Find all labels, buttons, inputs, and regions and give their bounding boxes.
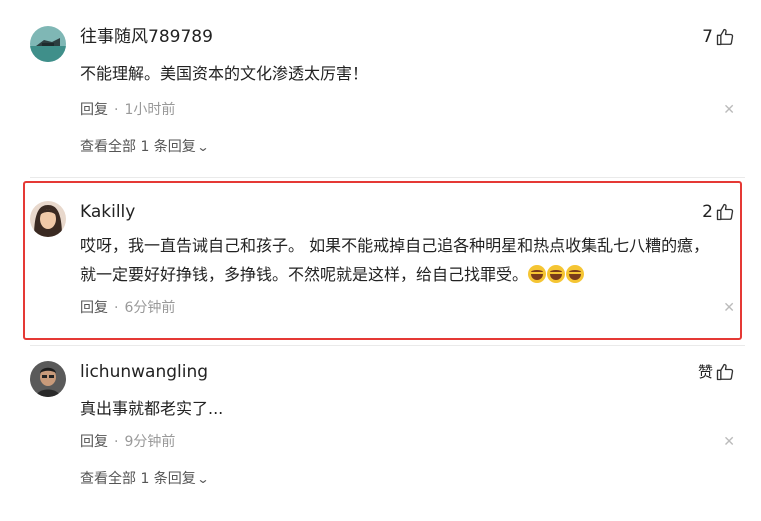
comment-item: 往事随风789789 7 不能理解。美国资本的文化渗透太厉害！ 回复 · 1小时前 … [0, 18, 761, 168]
timestamp: 9分钟前 [124, 434, 176, 450]
avatar[interactable] [30, 26, 66, 62]
reply-button[interactable]: 回复 [80, 102, 108, 118]
timestamp: 6分钟前 [124, 300, 176, 316]
laughing-emoji-icon [547, 265, 566, 283]
close-icon[interactable]: ✕ [723, 432, 735, 452]
avatar[interactable] [30, 201, 66, 237]
comment-text-content: 哎呀，我一直告诫自己和孩子。 如果不能戒掉自己追各种明星和热点收集乱七八糟的癔，… [80, 236, 710, 284]
divider [30, 177, 745, 178]
separator: · [114, 300, 119, 316]
like-count: 2 [702, 202, 713, 222]
username[interactable]: lichunwangling [80, 361, 208, 383]
reply-button[interactable]: 回复 [80, 300, 108, 316]
comment-text: 不能理解。美国资本的文化渗透太厉害！ [80, 64, 369, 83]
chevron-down-icon: ⌄ [196, 472, 210, 486]
divider [30, 345, 745, 346]
laughing-emoji-icon [566, 265, 585, 283]
reply-button[interactable]: 回复 [80, 434, 108, 450]
view-all-replies-link[interactable]: 查看全部 1 条回复⌄ [80, 469, 210, 489]
comment-meta: 回复 · 9分钟前 [80, 432, 175, 452]
separator: · [114, 102, 119, 118]
comment-text: 哎呀，我一直告诫自己和孩子。 如果不能戒掉自己追各种明星和热点收集乱七八糟的癔，… [80, 231, 720, 289]
avatar[interactable] [30, 361, 66, 397]
separator: · [114, 434, 119, 450]
view-all-label: 查看全部 1 条回复 [80, 139, 196, 155]
view-all-label: 查看全部 1 条回复 [80, 471, 196, 487]
like-count: 7 [702, 27, 713, 47]
thumbs-up-icon [716, 203, 734, 221]
close-icon[interactable]: ✕ [723, 298, 735, 318]
like-label: 赞 [697, 363, 713, 381]
like-button[interactable]: 赞 [698, 361, 735, 383]
comment-meta: 回复 · 6分钟前 [80, 298, 175, 318]
emoji-group [528, 265, 585, 284]
comment-meta: 回复 · 1小时前 [80, 100, 175, 120]
timestamp: 1小时前 [124, 102, 176, 118]
laughing-emoji-icon [528, 265, 547, 283]
username[interactable]: 往事随风789789 [80, 26, 213, 48]
like-button[interactable]: 7 [702, 26, 735, 48]
comment-text: 真出事就都老实了... [80, 399, 224, 418]
comment-item: Kakilly 2 哎呀，我一直告诫自己和孩子。 如果不能戒掉自己追各种明星和热… [0, 193, 761, 333]
comment-item: lichunwangling 赞 真出事就都老实了... 回复 · 9分钟前 ✕ 查… [0, 353, 761, 503]
view-all-replies-link[interactable]: 查看全部 1 条回复⌄ [80, 137, 210, 157]
like-button[interactable]: 2 [702, 201, 735, 223]
thumbs-up-icon [716, 28, 734, 46]
chevron-down-icon: ⌄ [196, 140, 210, 154]
close-icon[interactable]: ✕ [723, 100, 735, 120]
username[interactable]: Kakilly [80, 201, 135, 223]
thumbs-up-icon [716, 363, 734, 381]
